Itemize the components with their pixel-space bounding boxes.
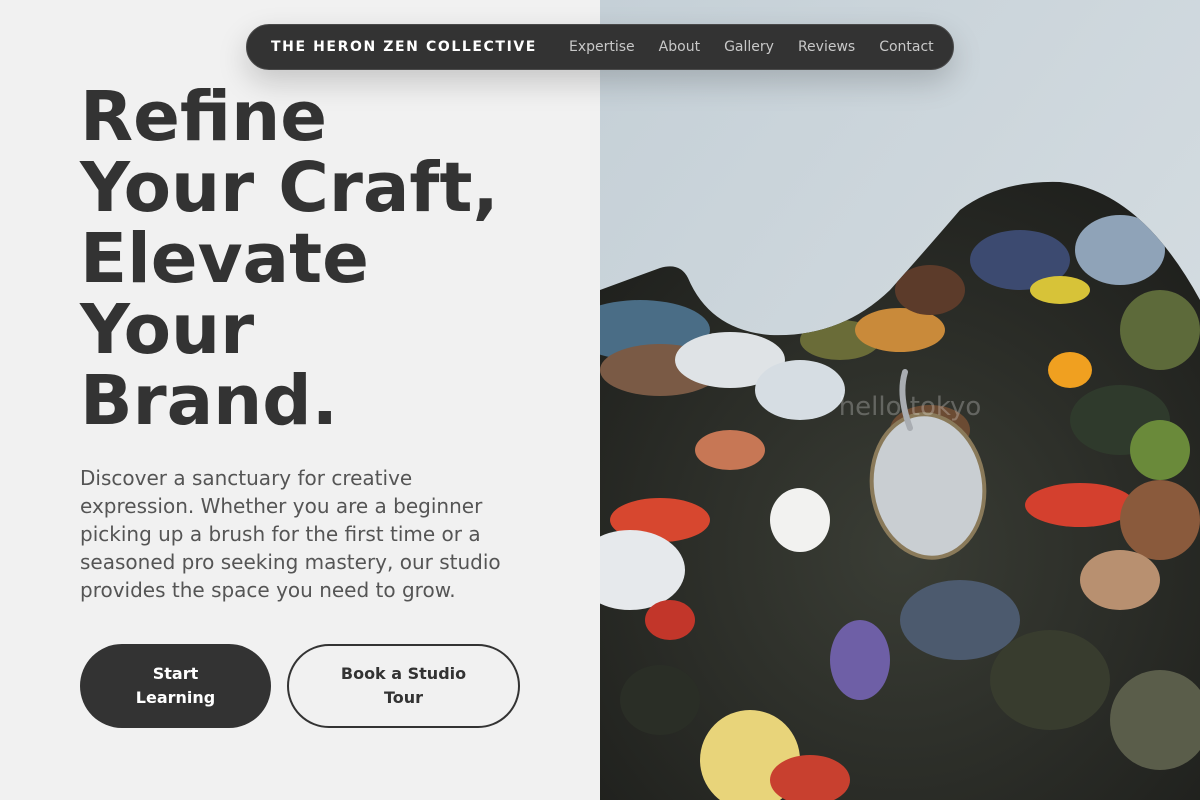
watermark: hello tokyo <box>839 392 982 422</box>
brand-logo[interactable]: THE HERON ZEN COLLECTIVE <box>271 39 537 55</box>
nav-link-about[interactable]: About <box>659 39 700 55</box>
nav-link-gallery[interactable]: Gallery <box>724 39 774 55</box>
top-navbar: THE HERON ZEN COLLECTIVE Expertise About… <box>246 24 954 70</box>
nav-link-reviews[interactable]: Reviews <box>798 39 855 55</box>
headline-line: Elevate <box>80 219 369 299</box>
nav-link-contact[interactable]: Contact <box>879 39 933 55</box>
start-learning-button[interactable]: Start Learning <box>80 644 271 728</box>
paint-palette-photo: hello tokyo <box>600 0 1200 800</box>
nav-link-expertise[interactable]: Expertise <box>569 39 635 55</box>
headline-line: Refine <box>80 77 327 157</box>
headline-line: Brand. <box>80 361 338 441</box>
hero-description: Discover a sanctuary for creative expres… <box>80 466 501 602</box>
hero-image: hello tokyo <box>600 0 1200 800</box>
book-studio-tour-button[interactable]: Book a Studio Tour <box>287 644 520 728</box>
hero-headline: Refine Your Craft, Elevate Your Brand. <box>80 82 580 437</box>
headline-line: Your Craft, <box>80 148 499 228</box>
headline-line: Your <box>80 290 255 370</box>
